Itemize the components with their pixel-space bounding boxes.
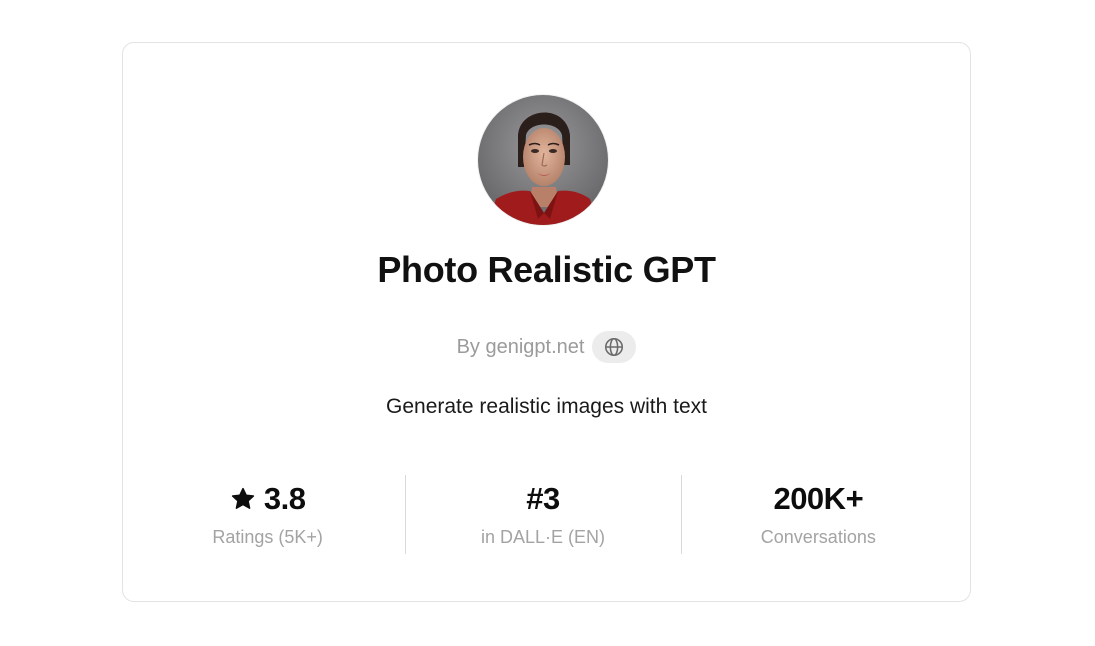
gpt-avatar <box>478 95 608 225</box>
website-link-button[interactable] <box>592 331 637 363</box>
rating-label: Ratings (5K+) <box>212 527 323 547</box>
rank-label: in DALL·E (EN) <box>480 527 605 547</box>
star-icon <box>231 487 254 509</box>
rank-value: #3 <box>526 481 560 516</box>
stats-row: 3.8 Ratings (5K+) #3 in DALL·E (EN) 200K… <box>130 475 956 555</box>
stat-rating: 3.8 Ratings (5K+) <box>130 475 405 555</box>
gpt-description: Generate realistic images with text <box>386 395 707 418</box>
avatar-portrait-image <box>478 95 608 225</box>
stat-conversations: 200K+ Conversations <box>680 475 956 555</box>
conversations-label: Conversations <box>760 527 876 547</box>
conversations-value: 200K+ <box>773 481 864 516</box>
gpt-title: Photo Realistic GPT <box>377 249 716 290</box>
globe-icon <box>605 337 624 357</box>
author-byline: By genigpt.net <box>123 331 970 363</box>
stat-rank: #3 in DALL·E (EN) <box>405 475 680 555</box>
author-text: By genigpt.net <box>456 335 585 358</box>
rating-value: 3.8 <box>263 481 306 516</box>
gpt-profile-card: Photo Realistic GPT By genigpt.net Gener… <box>122 42 971 602</box>
